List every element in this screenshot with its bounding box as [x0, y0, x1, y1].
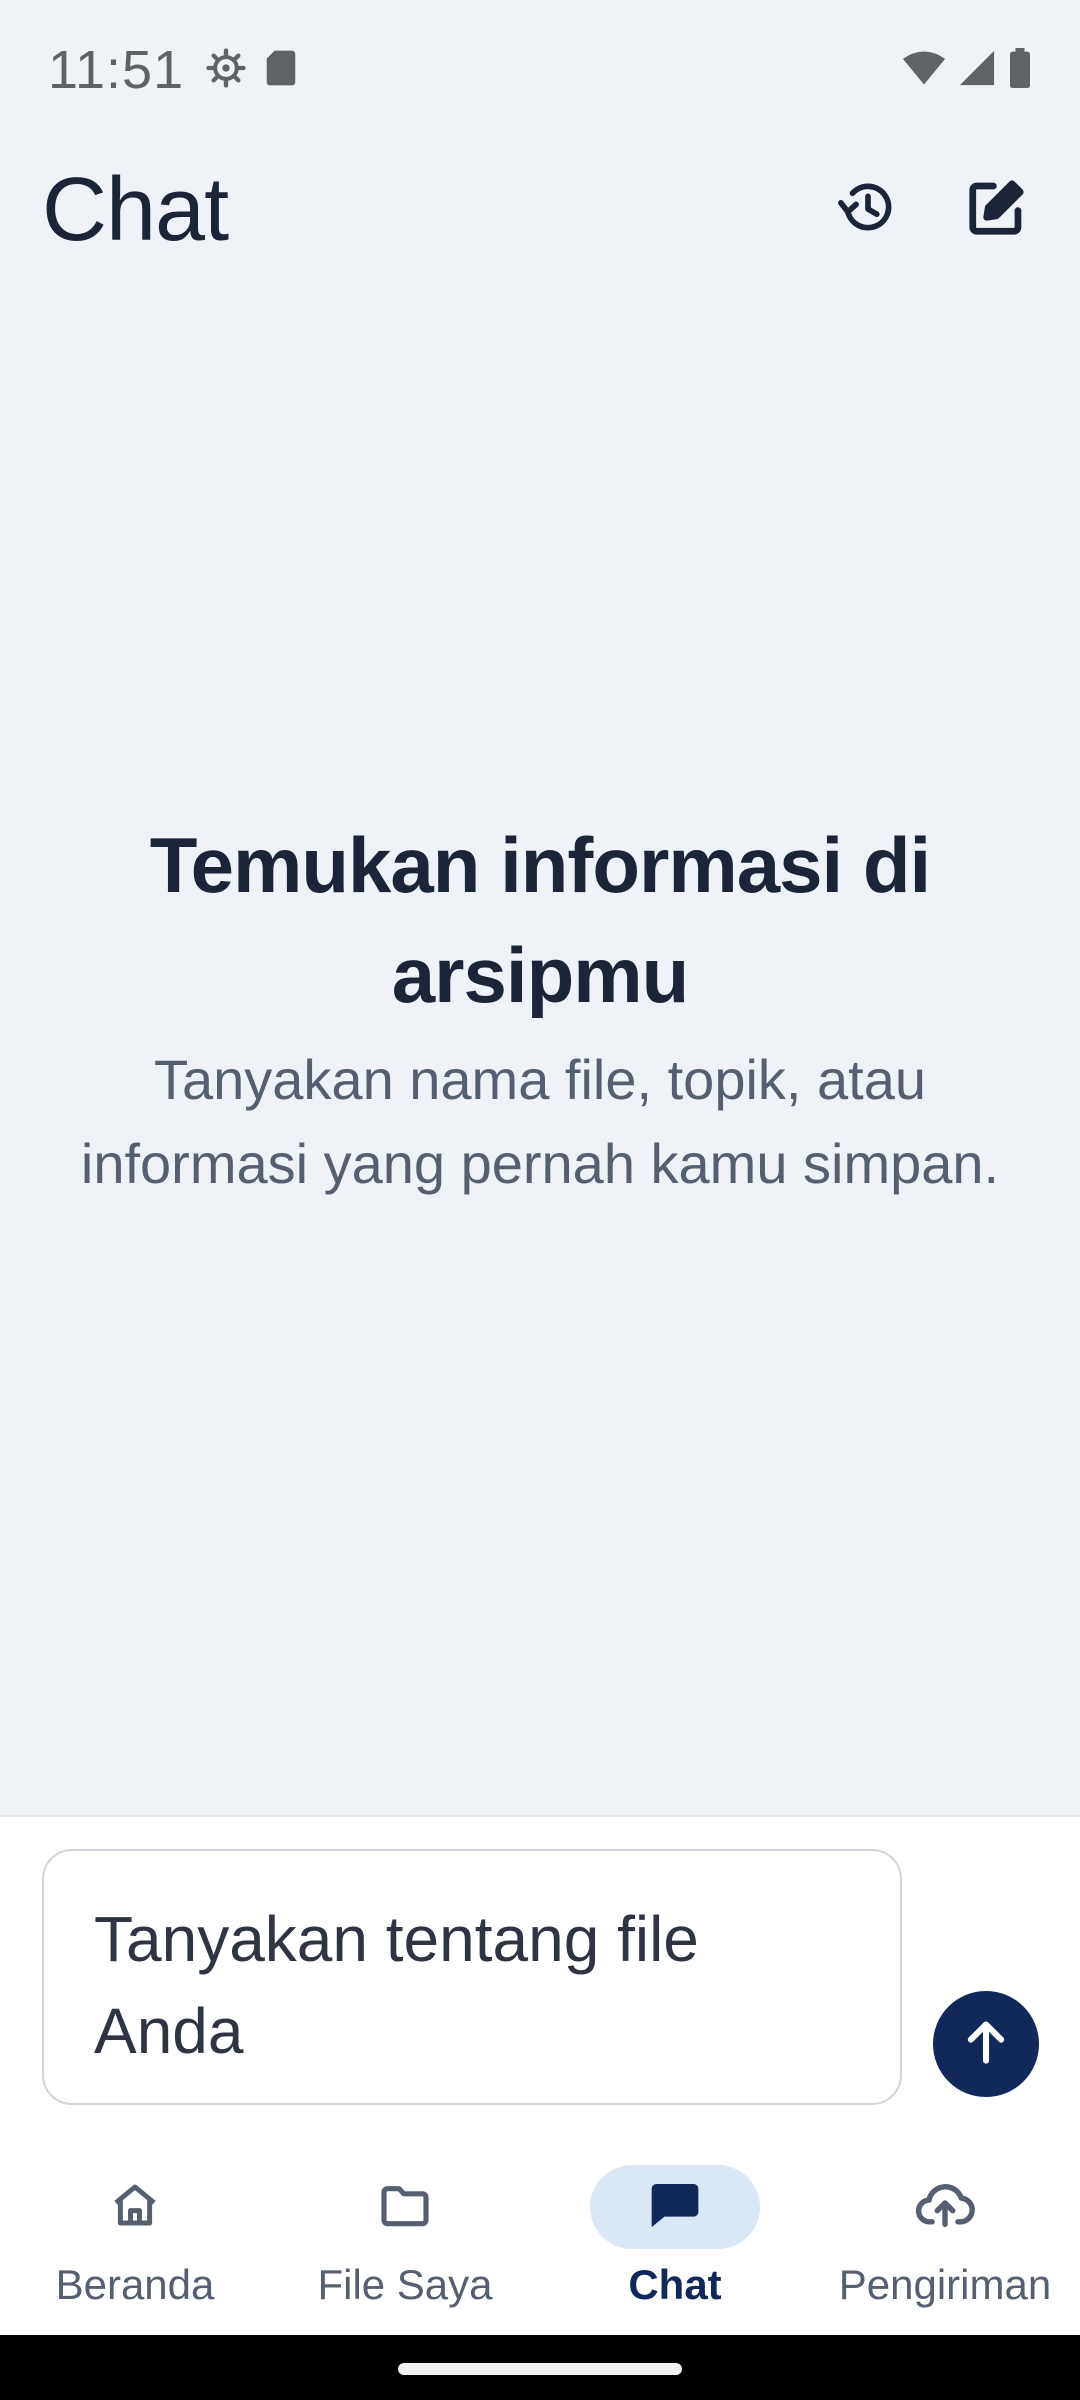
nav-icon-container — [590, 2165, 760, 2249]
home-gesture-handle[interactable] — [398, 2363, 682, 2375]
bottom-navigation: Beranda File Saya Chat Pengiriman — [0, 2135, 1080, 2335]
nav-icon-container — [50, 2165, 220, 2249]
status-time: 11:51 — [48, 40, 185, 100]
edit-icon — [965, 177, 1027, 244]
nav-item-chat[interactable]: Chat — [540, 2135, 810, 2335]
cloud-upload-icon — [914, 2174, 976, 2241]
history-button[interactable] — [826, 168, 910, 252]
empty-state-subtitle: Tanyakan nama file, topik, atau informas… — [80, 1048, 1000, 1195]
empty-state-title: Temukan informasi di arsipmu — [149, 821, 931, 1019]
page-title: Chat — [42, 159, 229, 260]
nav-item-pengiriman[interactable]: Pengiriman — [810, 2135, 1080, 2335]
message-input[interactable]: Tanyakan tentang file Anda — [42, 1849, 902, 2105]
status-left-icons — [206, 47, 298, 93]
nav-label: Chat — [628, 2261, 722, 2308]
folder-icon — [377, 2177, 433, 2238]
nav-label: Beranda — [55, 2261, 215, 2308]
battery-icon — [1008, 47, 1032, 93]
home-icon — [108, 2178, 162, 2237]
status-right-icons — [902, 47, 1032, 93]
chat-icon — [647, 2177, 703, 2238]
app-bar: Chat — [0, 150, 1080, 270]
app-bar-actions — [826, 168, 1038, 252]
status-bar: 11:51 — [0, 0, 1080, 140]
arrow-up-icon — [958, 2014, 1014, 2075]
nav-icon-container — [320, 2165, 490, 2249]
chat-screen: 11:51 Chat Temukan informasi di arsipmu … — [0, 0, 1080, 2400]
nav-label: Pengiriman — [838, 2261, 1052, 2308]
gesture-navigation-bar — [0, 2335, 1080, 2400]
nav-item-beranda[interactable]: Beranda — [0, 2135, 270, 2335]
message-input-placeholder: Tanyakan tentang file Anda — [94, 1903, 699, 2067]
cellular-signal-icon — [958, 49, 996, 92]
empty-state: Temukan informasi di arsipmu Tanyakan na… — [60, 810, 1020, 1206]
nav-item-file-saya[interactable]: File Saya — [270, 2135, 540, 2335]
wifi-icon — [902, 49, 946, 92]
message-composer: Tanyakan tentang file Anda — [0, 1815, 1080, 2135]
new-chat-button[interactable] — [954, 168, 1038, 252]
nav-icon-container — [860, 2165, 1030, 2249]
settings-gear-icon — [206, 47, 246, 93]
history-icon — [837, 177, 899, 244]
sd-card-icon — [264, 49, 298, 92]
nav-label: File Saya — [317, 2261, 493, 2308]
send-button[interactable] — [933, 1991, 1039, 2097]
